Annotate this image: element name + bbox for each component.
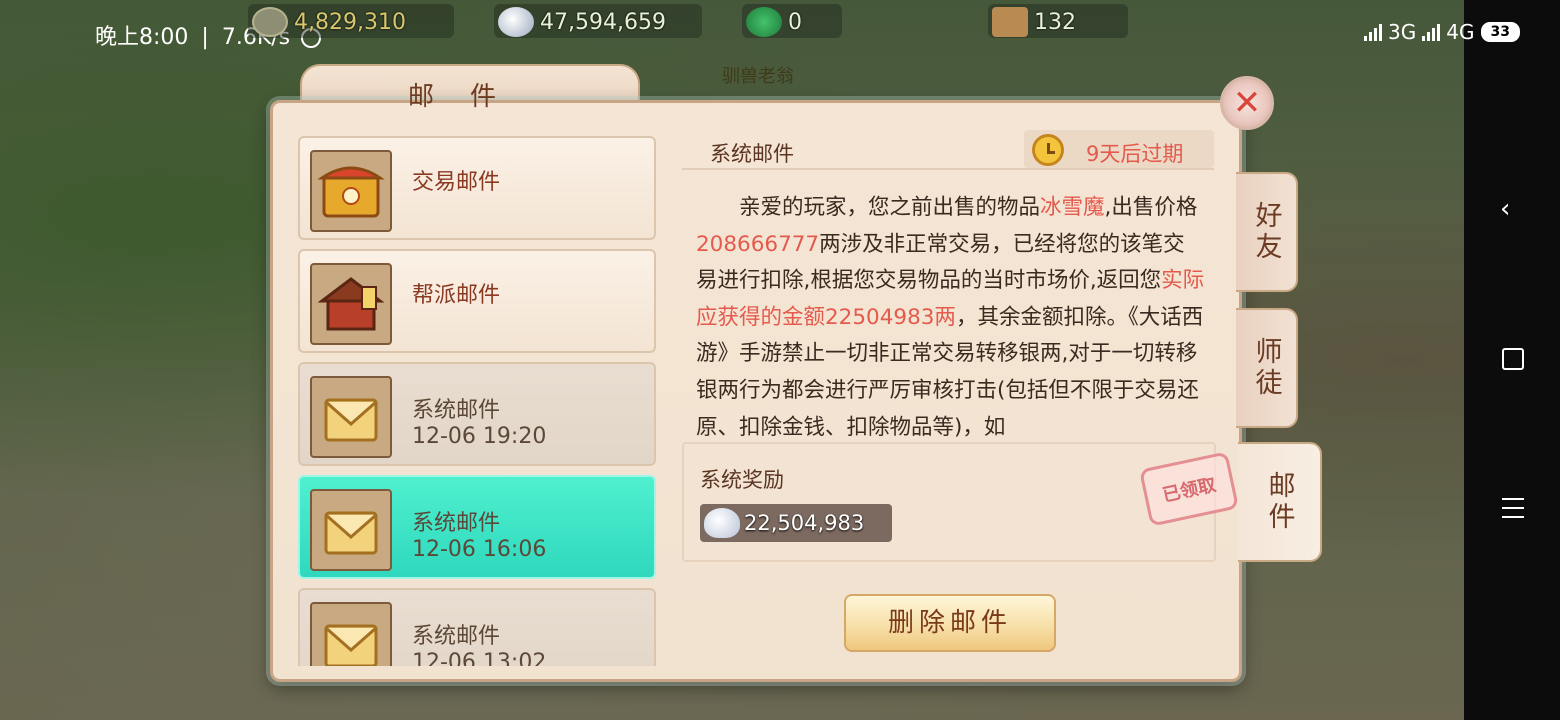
tab-mail-label: 邮件	[1263, 471, 1295, 533]
body-highlight-item: 冰雪魔	[1040, 195, 1105, 220]
tab-friends[interactable]: 好友	[1236, 172, 1298, 292]
currency-ticket[interactable]: 132	[992, 5, 1076, 39]
mail-item-title: 交易邮件	[412, 170, 501, 195]
mail-item-title: 系统邮件	[412, 398, 501, 423]
home-icon[interactable]	[1502, 348, 1524, 370]
treasure-chest-icon	[310, 150, 392, 232]
envelope-icon	[310, 602, 392, 666]
mail-item-guild[interactable]: 帮派邮件	[298, 249, 656, 353]
separator: |	[201, 25, 209, 50]
currency-coin-value: 4,829,310	[294, 9, 406, 35]
alarm-clock-icon	[1032, 134, 1064, 166]
guild-house-icon	[310, 263, 392, 345]
mail-list[interactable]: 交易邮件 帮派邮件 系统邮件 12-06 19:20 系统邮件 12-06 16…	[292, 130, 662, 666]
expire-text: 9天后过期	[1086, 142, 1184, 166]
reward-title: 系统奖励	[700, 468, 784, 492]
mail-content-title: 系统邮件	[710, 142, 794, 166]
mail-item-system-1[interactable]: 系统邮件 12-06 19:20	[298, 362, 656, 466]
mail-item-trade[interactable]: 交易邮件	[298, 136, 656, 240]
close-icon: ✕	[1232, 83, 1262, 123]
body-highlight-price: 208666777	[696, 231, 820, 257]
mail-item-system-2[interactable]: 系统邮件 12-06 16:06	[298, 475, 656, 579]
currency-jade[interactable]: 0	[746, 5, 802, 39]
envelope-icon	[310, 376, 392, 458]
status-bar: 晚上8:00 | 7.6K/s	[0, 0, 1464, 54]
jade-icon	[746, 7, 782, 37]
tab-friends-label: 好友	[1250, 201, 1282, 263]
currency-silver-value: 47,594,659	[540, 9, 666, 35]
mail-item-title: 系统邮件	[412, 511, 501, 536]
currency-jade-value: 0	[788, 9, 802, 35]
body-text-segment: ,出售价格	[1104, 195, 1198, 220]
envelope-icon	[310, 489, 392, 571]
mail-item-date: 12-06 19:20	[412, 424, 547, 449]
reward-box: 系统奖励 22,504,983 已领取	[682, 442, 1240, 562]
delete-mail-button[interactable]: 删除邮件	[844, 594, 1056, 652]
npc-name-label: 驯兽老翁	[722, 66, 794, 87]
mail-content: 系统邮件 9天后过期 亲爱的玩家，您之前出售的物品冰雪魔,出售价格 2086667…	[676, 126, 1240, 666]
reward-amount: 22,504,983	[700, 504, 892, 542]
currency-coin[interactable]: 4,829,310	[252, 5, 406, 39]
silver-ingot-icon	[498, 7, 534, 37]
network-type-2: 4G	[1446, 20, 1475, 44]
currency-silver[interactable]: 47,594,659	[498, 5, 666, 39]
status-right: 3G 4G 33	[1364, 20, 1520, 44]
mail-item-date: 12-06 13:02	[412, 650, 547, 666]
menu-icon[interactable]	[1502, 498, 1524, 525]
signal-icon-2	[1422, 23, 1441, 41]
coin-icon	[252, 7, 288, 37]
back-icon[interactable]: ‹	[1500, 196, 1510, 222]
mail-item-title: 系统邮件	[412, 624, 501, 649]
tab-mentor[interactable]: 师徒	[1236, 308, 1298, 428]
clock-text: 晚上8:00	[95, 25, 189, 50]
silver-ingot-icon	[704, 508, 740, 538]
close-button[interactable]: ✕	[1220, 76, 1274, 130]
mail-item-system-3[interactable]: 系统邮件 12-06 13:02	[298, 588, 656, 666]
currency-ticket-value: 132	[1034, 9, 1076, 35]
battery-icon: 33	[1480, 22, 1520, 42]
dialog-title: 邮件	[407, 82, 532, 112]
mail-item-title: 帮派邮件	[412, 283, 501, 308]
tab-mail[interactable]: 邮件	[1238, 442, 1322, 562]
mail-item-date: 12-06 16:06	[412, 537, 547, 562]
body-text-segment: 亲爱的玩家，您之前出售的物品	[739, 195, 1041, 220]
network-type-1: 3G	[1388, 20, 1417, 44]
reward-amount-value: 22,504,983	[744, 511, 865, 535]
signal-icon	[1364, 23, 1383, 41]
ticket-icon	[992, 7, 1028, 37]
tab-mentor-label: 师徒	[1250, 337, 1282, 399]
